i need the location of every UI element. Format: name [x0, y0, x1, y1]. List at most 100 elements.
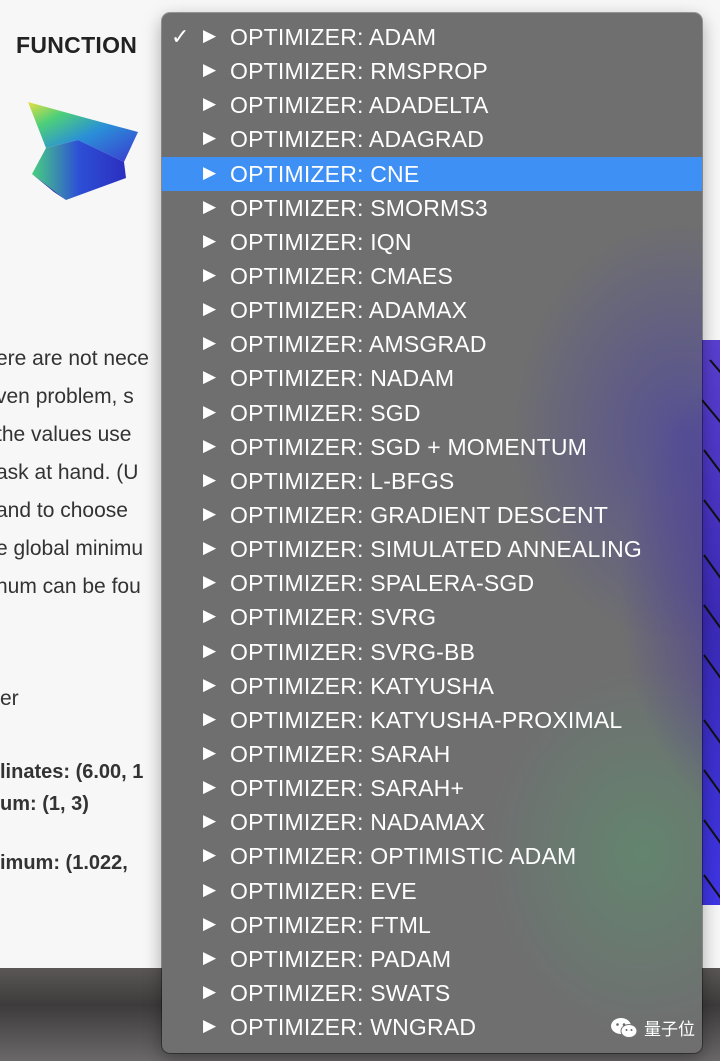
triangle-right-icon: ▶ [203, 947, 217, 967]
menu-item-label: OPTIMIZER: SWATS [230, 979, 451, 1006]
watermark: 量子位 [610, 1015, 695, 1040]
menu-item-label: OPTIMIZER: SIMULATED ANNEALING [230, 536, 642, 563]
triangle-right-icon: ▶ [203, 503, 217, 523]
menu-item-optimizer[interactable]: ▶ OPTIMIZER: KATYUSHA [162, 669, 702, 703]
menu-item-label: OPTIMIZER: AMSGRAD [230, 331, 487, 358]
menu-item-label: OPTIMIZER: SVRG [230, 604, 437, 631]
triangle-right-icon: ▶ [203, 708, 217, 728]
menu-item-label: OPTIMIZER: SARAH+ [230, 775, 465, 802]
triangle-right-icon: ▶ [203, 879, 217, 899]
body-text-line: ask at hand. (U [0, 461, 139, 484]
menu-item-optimizer[interactable]: ▶ OPTIMIZER: SVRG-BB [162, 635, 702, 669]
menu-item-optimizer[interactable]: ▶ OPTIMIZER: SPALERA-SGD [162, 566, 702, 600]
menu-item-label: OPTIMIZER: CNE [230, 160, 420, 187]
menu-item-optimizer[interactable]: ▶ OPTIMIZER: GRADIENT DESCENT [162, 498, 702, 532]
menu-item-optimizer[interactable]: ▶ OPTIMIZER: SMORMS3 [162, 191, 702, 225]
menu-item-optimizer[interactable]: ▶ OPTIMIZER: ADADELTA [162, 88, 702, 122]
found-minimum-text: imum: (1.022, [0, 852, 128, 874]
triangle-right-icon: ▶ [203, 367, 217, 387]
triangle-right-icon: ▶ [203, 640, 217, 660]
optimizer-dropdown-menu[interactable]: ✓ ▶ OPTIMIZER: ADAM ▶ OPTIMIZER: RMSPROP ▶ OPT… [162, 13, 702, 1053]
menu-item-label: OPTIMIZER: KATYUSHA-PROXIMAL [230, 706, 623, 733]
menu-item-label: OPTIMIZER: NADAM [230, 365, 455, 392]
menu-item-label: OPTIMIZER: FTML [230, 911, 432, 938]
triangle-right-icon: ▶ [203, 572, 217, 592]
menu-item-label: OPTIMIZER: ADAGRAD [230, 126, 485, 153]
triangle-right-icon: ▶ [203, 742, 217, 762]
triangle-right-icon: ▶ [203, 299, 217, 319]
menu-item-optimizer[interactable]: ▶ OPTIMIZER: NADAMAX [162, 805, 702, 839]
menu-item-optimizer[interactable]: ▶ OPTIMIZER: ADAGRAD [162, 122, 702, 156]
menu-item-label: OPTIMIZER: SGD [230, 399, 421, 426]
triangle-right-icon: ▶ [203, 128, 217, 148]
optimizer-options-list: ✓ ▶ OPTIMIZER: ADAM ▶ OPTIMIZER: RMSPROP ▶ OPT… [162, 20, 702, 1044]
menu-item-label: OPTIMIZER: PADAM [230, 945, 452, 972]
menu-item-label: OPTIMIZER: EVE [230, 877, 417, 904]
menu-item-optimizer[interactable]: ▶ OPTIMIZER: ADAMAX [162, 293, 702, 327]
triangle-right-icon: ▶ [203, 264, 217, 284]
menu-item-optimizer[interactable]: ▶ OPTIMIZER: OPTIMISTIC ADAM [162, 839, 702, 873]
menu-item-label: OPTIMIZER: RMSPROP [230, 58, 488, 85]
menu-item-optimizer[interactable]: ▶ OPTIMIZER: SARAH+ [162, 771, 702, 805]
body-text-line: ere are not nece [0, 347, 149, 370]
menu-item-label: OPTIMIZER: L-BFGS [230, 467, 455, 494]
menu-item-optimizer[interactable]: ▶ OPTIMIZER: SGD + MOMENTUM [162, 430, 702, 464]
menu-item-optimizer[interactable]: ▶ OPTIMIZER: KATYUSHA-PROXIMAL [162, 703, 702, 737]
body-text-line: e global minimu [0, 537, 144, 560]
watermark-text: 量子位 [644, 1020, 695, 1039]
triangle-right-icon: ▶ [203, 913, 217, 933]
triangle-right-icon: ▶ [203, 162, 217, 182]
menu-item-optimizer[interactable]: ▶ OPTIMIZER: SARAH [162, 737, 702, 771]
triangle-right-icon: ▶ [203, 26, 217, 45]
triangle-right-icon: ▶ [203, 60, 217, 80]
body-text-line: num can be fou [0, 575, 141, 598]
menu-item-optimizer[interactable]: ▶ OPTIMIZER: SVRG [162, 600, 702, 634]
menu-item-optimizer[interactable]: ▶ OPTIMIZER: NADAM [162, 361, 702, 395]
triangle-right-icon: ▶ [203, 606, 217, 626]
menu-item-optimizer[interactable]: ▶ OPTIMIZER: SGD [162, 396, 702, 430]
menu-item-optimizer[interactable]: ▶ OPTIMIZER: L-BFGS [162, 464, 702, 498]
menu-item-label: OPTIMIZER: WNGRAD [230, 1014, 477, 1041]
optimum-text: um: (1, 3) [0, 793, 89, 815]
menu-item-label: OPTIMIZER: ADAM [230, 24, 437, 50]
menu-item-optimizer[interactable]: ▶ OPTIMIZER: SIMULATED ANNEALING [162, 532, 702, 566]
triangle-right-icon: ▶ [203, 469, 217, 489]
menu-item-label: OPTIMIZER: SGD + MOMENTUM [230, 433, 588, 460]
body-text-line: and to choose [0, 499, 128, 522]
triangle-right-icon: ▶ [203, 333, 217, 353]
menu-item-optimizer[interactable]: ▶ OPTIMIZER: PADAM [162, 942, 702, 976]
menu-item-label: OPTIMIZER: ADADELTA [230, 92, 489, 119]
triangle-right-icon: ▶ [203, 196, 217, 216]
menu-item-optimizer[interactable]: ▶ OPTIMIZER: EVE [162, 874, 702, 908]
triangle-right-icon: ▶ [203, 230, 217, 250]
menu-item-optimizer[interactable]: ▶ OPTIMIZER: CMAES [162, 259, 702, 293]
menu-item-optimizer[interactable]: ▶ OPTIMIZER: SWATS [162, 976, 702, 1010]
menu-item-label: OPTIMIZER: NADAMAX [230, 809, 486, 836]
menu-item-optimizer[interactable]: ▶ OPTIMIZER: IQN [162, 225, 702, 259]
menu-item-label: OPTIMIZER: GRADIENT DESCENT [230, 501, 609, 528]
menu-item-optimizer[interactable]: ▶ OPTIMIZER: AMSGRAD [162, 327, 702, 361]
menu-item-label: OPTIMIZER: SVRG-BB [230, 638, 476, 665]
body-text-line: the values use [0, 423, 132, 446]
triangle-right-icon: ▶ [203, 401, 217, 421]
triangle-right-icon: ▶ [203, 1016, 217, 1036]
function-surface-plot [28, 102, 138, 200]
body-text-line: ven problem, s [0, 385, 134, 408]
triangle-right-icon: ▶ [203, 811, 217, 831]
triangle-right-icon: ▶ [203, 845, 217, 865]
menu-item-label: OPTIMIZER: SARAH [230, 740, 451, 767]
wechat-icon [611, 1017, 638, 1038]
triangle-right-icon: ▶ [203, 674, 217, 694]
menu-item-label: OPTIMIZER: IQN [230, 228, 412, 255]
menu-item-label: OPTIMIZER: SMORMS3 [230, 194, 488, 221]
page-heading: FUNCTION [16, 32, 138, 58]
menu-item-optimizer[interactable]: ▶ OPTIMIZER: FTML [162, 908, 702, 942]
menu-item-optimizer[interactable]: ✓ ▶ OPTIMIZER: ADAM [162, 20, 702, 54]
menu-item-label: OPTIMIZER: CMAES [230, 262, 453, 289]
menu-item-label: OPTIMIZER: SPALERA-SGD [230, 570, 535, 597]
menu-item-optimizer[interactable]: ▶ OPTIMIZER: CNE [162, 156, 702, 191]
menu-item-optimizer[interactable]: ▶ OPTIMIZER: RMSPROP [162, 54, 702, 88]
triangle-right-icon: ▶ [203, 94, 217, 114]
checkmark-icon: ✓ [171, 24, 190, 49]
body-text-label: er [0, 687, 19, 710]
